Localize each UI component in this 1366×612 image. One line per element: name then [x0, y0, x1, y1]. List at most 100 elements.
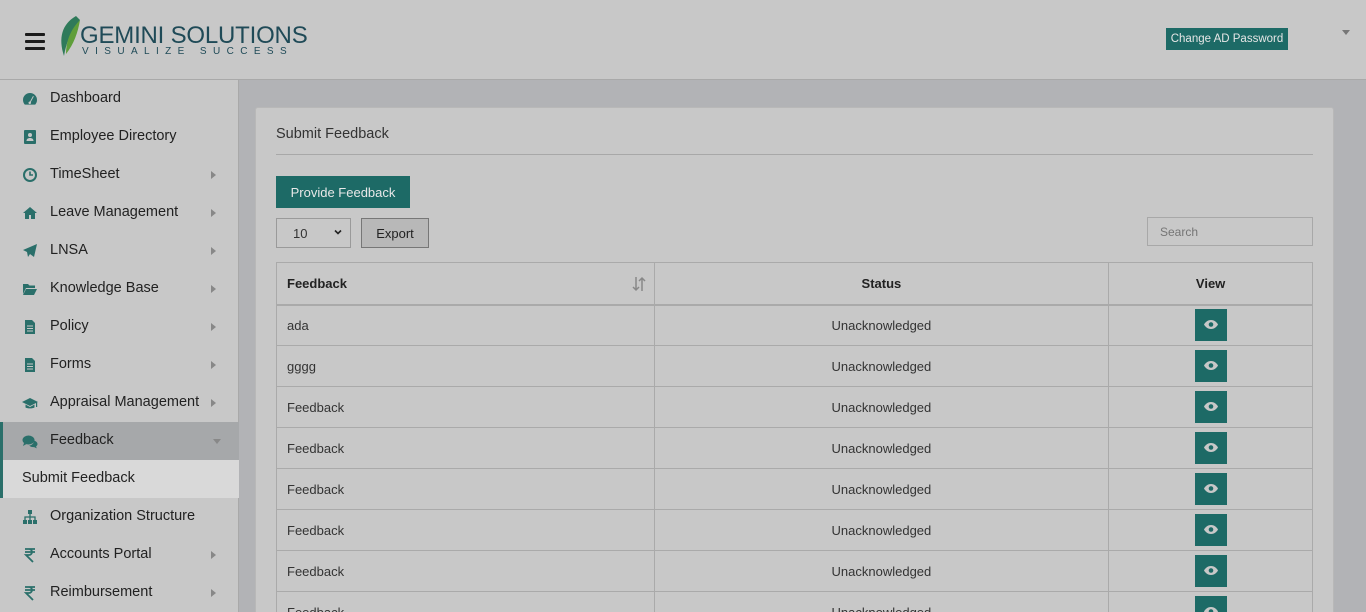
view-cell — [1108, 345, 1313, 387]
table-row: ada Unacknowledged — [276, 304, 1313, 346]
column-header-status[interactable]: Status — [653, 262, 1110, 306]
eye-icon — [1203, 484, 1218, 493]
sidebar-item-leave-management[interactable]: Leave Management — [0, 194, 239, 232]
chevron-right-icon — [211, 323, 216, 331]
view-cell — [1108, 304, 1313, 346]
view-button[interactable] — [1194, 596, 1227, 612]
chevron-right-icon — [211, 171, 216, 179]
dashboard-icon — [23, 93, 37, 105]
rupee-icon — [23, 586, 35, 601]
sidebar-item-knowledge-base[interactable]: Knowledge Base — [0, 270, 239, 308]
home-icon — [23, 207, 37, 219]
column-header-label: Feedback — [287, 275, 347, 291]
sidebar-item-label: Appraisal Management — [50, 394, 200, 410]
sidebar-item-feedback[interactable]: Feedback — [0, 422, 239, 460]
sidebar-item-label: Knowledge Base — [50, 280, 159, 296]
provide-feedback-button[interactable]: Provide Feedback — [276, 176, 410, 208]
view-button[interactable] — [1194, 309, 1227, 342]
chevron-right-icon — [211, 247, 216, 255]
sidebar-item-lnsa[interactable]: LNSA — [0, 232, 239, 270]
status-cell: Unacknowledged — [653, 468, 1110, 510]
sidebar-item-accounts-portal[interactable]: Accounts Portal — [0, 536, 239, 574]
feedback-cell: Feedback — [276, 427, 655, 469]
chevron-right-icon — [211, 361, 216, 369]
graduation-cap-icon — [22, 398, 38, 409]
paper-plane-icon — [23, 244, 37, 257]
chevron-right-icon — [211, 285, 216, 293]
sidebar-item-appraisal-management[interactable]: Appraisal Management — [0, 384, 239, 422]
column-header-view: View — [1108, 262, 1313, 306]
chevron-right-icon — [211, 551, 216, 559]
sidebar-item-dashboard[interactable]: Dashboard — [0, 80, 239, 118]
view-cell — [1108, 509, 1313, 551]
table-header-row: Feedback Status View — [276, 262, 1313, 306]
eye-icon — [1203, 320, 1218, 330]
table-row: Feedback Unacknowledged — [276, 509, 1313, 551]
sidebar-item-label: Forms — [50, 356, 92, 372]
search-input[interactable] — [1147, 217, 1313, 246]
page-size-value: 10 — [293, 226, 308, 241]
view-button[interactable] — [1194, 350, 1227, 382]
feedback-cell: Feedback — [276, 591, 655, 612]
status-cell: Unacknowledged — [653, 591, 1110, 612]
view-button[interactable] — [1194, 555, 1227, 587]
status-cell: Unacknowledged — [653, 304, 1110, 346]
sidebar-item-timesheet[interactable]: TimeSheet — [0, 156, 239, 194]
eye-icon — [1203, 607, 1218, 612]
divider — [276, 154, 1313, 155]
sidebar-item-label: Accounts Portal — [50, 546, 152, 562]
eye-icon — [1203, 402, 1218, 411]
sort-icon — [632, 276, 646, 292]
feedback-table: Feedback Status View ada Unacknowledged … — [276, 262, 1313, 612]
sidebar-item-label: Employee Directory — [50, 128, 177, 144]
view-button[interactable] — [1194, 391, 1227, 423]
leaf-logo-icon — [61, 16, 80, 56]
sidebar-item-label: Submit Feedback — [22, 470, 135, 486]
sidebar-item-label: Reimbursement — [50, 584, 153, 600]
table-row: Feedback Unacknowledged — [276, 468, 1313, 510]
view-cell — [1108, 427, 1313, 469]
table-row: Feedback Unacknowledged — [276, 550, 1313, 592]
logo-tagline: VISUALIZE SUCCESS — [82, 46, 294, 57]
sidebar-item-organization-structure[interactable]: Organization Structure — [0, 498, 239, 536]
page-size-select[interactable]: 10 — [276, 218, 351, 248]
status-cell: Unacknowledged — [653, 386, 1110, 428]
rupee-icon — [23, 548, 35, 563]
view-button[interactable] — [1194, 473, 1227, 505]
view-button[interactable] — [1194, 432, 1227, 464]
chevron-down-icon — [213, 439, 221, 444]
user-menu-caret-icon[interactable] — [1342, 30, 1350, 35]
sidebar-item-label: Policy — [50, 318, 89, 334]
feedback-cell: gggg — [276, 345, 655, 387]
sidebar: Dashboard Employee Directory TimeSheet L… — [0, 80, 239, 612]
view-button[interactable] — [1194, 514, 1227, 546]
sidebar-item-label: Organization Structure — [50, 508, 196, 524]
comments-icon — [22, 435, 38, 449]
change-ad-password-button[interactable]: Change AD Password — [1166, 28, 1288, 50]
document-icon — [25, 320, 35, 334]
feedback-cell: Feedback — [276, 550, 655, 592]
export-button[interactable]: Export — [361, 218, 429, 248]
page-title: Submit Feedback — [276, 126, 389, 142]
status-cell: Unacknowledged — [653, 345, 1110, 387]
sitemap-icon — [23, 510, 37, 524]
view-cell — [1108, 386, 1313, 428]
status-cell: Unacknowledged — [653, 509, 1110, 551]
table-row: Feedback Unacknowledged — [276, 427, 1313, 469]
sidebar-item-employee-directory[interactable]: Employee Directory — [0, 118, 239, 156]
view-cell — [1108, 468, 1313, 510]
sidebar-item-label: Feedback — [50, 432, 114, 448]
sidebar-subitem-submit-feedback[interactable]: Submit Feedback — [0, 460, 239, 498]
chevron-right-icon — [211, 399, 216, 407]
hamburger-menu-icon[interactable] — [25, 33, 45, 50]
company-logo[interactable]: GEMINI SOLUTIONS VISUALIZE SUCCESS — [56, 14, 308, 60]
sidebar-item-forms[interactable]: Forms — [0, 346, 239, 384]
folder-open-icon — [23, 284, 37, 295]
column-header-feedback[interactable]: Feedback — [276, 262, 655, 306]
feedback-cell: Feedback — [276, 468, 655, 510]
sidebar-item-reimbursement[interactable]: Reimbursement — [0, 574, 239, 612]
eye-icon — [1203, 443, 1218, 452]
sidebar-item-policy[interactable]: Policy — [0, 308, 239, 346]
eye-icon — [1203, 361, 1218, 370]
document-icon — [25, 358, 35, 372]
